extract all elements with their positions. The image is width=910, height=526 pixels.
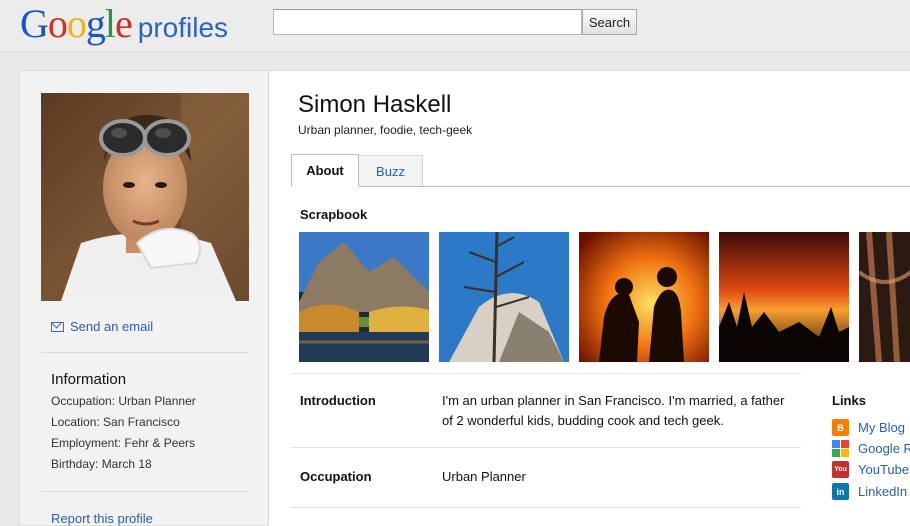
link-label: LinkedIn: [858, 484, 908, 499]
link-my-blog[interactable]: B My Blog: [832, 419, 905, 436]
scrapbook-photo[interactable]: [299, 232, 429, 362]
logo-letter: l: [104, 1, 116, 46]
logo-letter: G: [20, 1, 49, 46]
sidebar-divider: [41, 352, 249, 353]
top-bar: Google profiles Search: [0, 0, 910, 52]
tabs-divider: [291, 186, 910, 187]
google-profiles-logo[interactable]: Google profiles: [20, 2, 228, 46]
profile-name: Simon Haskell: [298, 91, 452, 118]
logo-letter: g: [85, 1, 106, 46]
row-divider: [291, 373, 801, 374]
google-reader-icon: [832, 440, 849, 457]
profile-sidebar: Send an email Information Occupation: Ur…: [19, 70, 268, 526]
linkedin-icon: in: [832, 483, 849, 500]
report-profile-link[interactable]: Report this profile: [51, 511, 153, 526]
link-label: Google R: [858, 441, 910, 456]
info-birthday: Birthday: March 18: [51, 457, 152, 471]
profile-tagline: Urban planner, foodie, tech-geek: [298, 123, 473, 137]
search-button[interactable]: Search: [582, 9, 637, 35]
send-email-link[interactable]: Send an email: [51, 319, 153, 334]
info-employment: Employment: Fehr & Peers: [51, 436, 196, 450]
profile-container: Send an email Information Occupation: Ur…: [19, 70, 910, 526]
logo-letter: o: [66, 1, 87, 46]
profile-main: Simon Haskell Urban planner, foodie, tec…: [268, 70, 910, 526]
link-youtube[interactable]: You YouTube: [832, 461, 909, 478]
profile-photo: [41, 93, 249, 301]
tab-buzz[interactable]: Buzz: [359, 155, 423, 186]
information-heading: Information: [51, 371, 127, 388]
envelope-icon: [51, 321, 64, 332]
scrapbook-photo[interactable]: [579, 232, 709, 362]
row-divider: [291, 447, 801, 448]
link-google-reader[interactable]: Google R: [832, 440, 910, 457]
info-location: Location: San Francisco: [51, 415, 180, 429]
occupation-label: Occupation: [300, 469, 372, 484]
logo-product-name: profiles: [137, 12, 229, 43]
scrapbook-photo[interactable]: [439, 232, 569, 362]
link-label: My Blog: [858, 420, 905, 435]
sidebar-divider: [41, 491, 249, 492]
logo-letter: o: [47, 1, 68, 46]
links-heading: Links: [832, 393, 866, 408]
scrapbook-heading: Scrapbook: [300, 207, 368, 222]
search-input[interactable]: [273, 9, 582, 35]
introduction-label: Introduction: [300, 393, 376, 408]
tab-about[interactable]: About: [291, 154, 359, 187]
logo-letter: e: [115, 1, 133, 46]
scrapbook-photo[interactable]: [719, 232, 849, 362]
info-occupation: Occupation: Urban Planner: [51, 394, 196, 408]
youtube-icon: You: [832, 461, 849, 478]
link-label: YouTube: [858, 462, 910, 477]
blogger-icon: B: [832, 419, 849, 436]
introduction-text: I'm an urban planner in San Francisco. I…: [442, 393, 785, 428]
scrapbook-photo[interactable]: [859, 232, 910, 362]
send-email-label: Send an email: [70, 319, 154, 334]
occupation-text: Urban Planner: [442, 469, 526, 484]
google-logo-text: Google: [20, 1, 133, 46]
link-linkedin[interactable]: in LinkedIn: [832, 483, 907, 500]
row-divider: [291, 507, 801, 508]
